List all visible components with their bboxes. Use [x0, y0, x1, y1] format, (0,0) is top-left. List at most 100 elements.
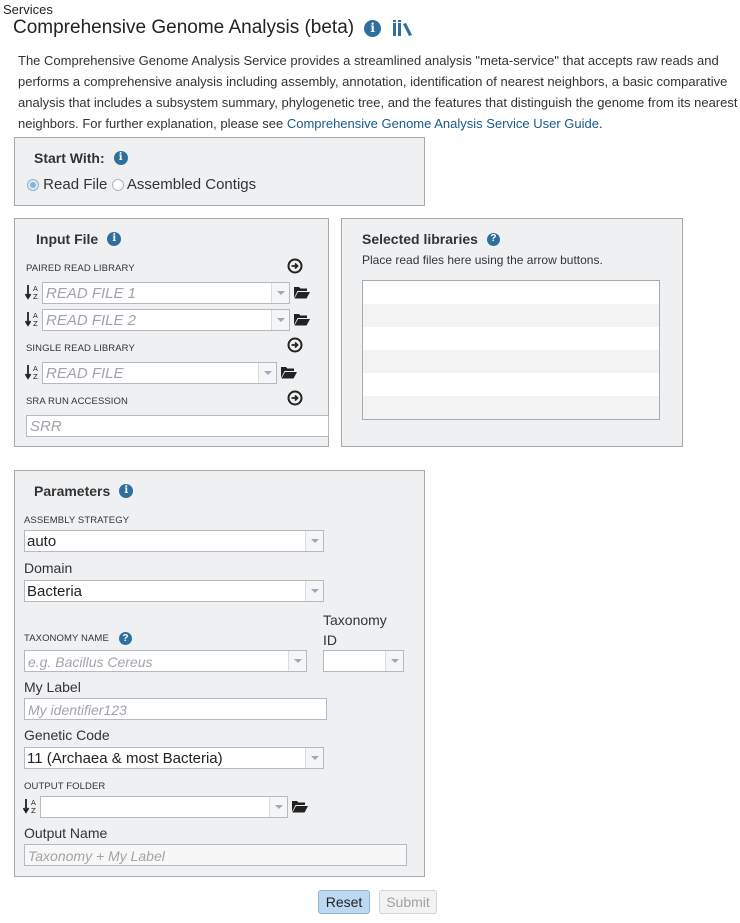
info-icon[interactable]: i [107, 232, 122, 246]
svg-text:Z: Z [33, 320, 38, 328]
sort-az-icon[interactable]: A Z [25, 310, 41, 328]
read-file-2-placeholder: READ FILE 2 [46, 312, 137, 329]
domain-select[interactable]: Bacteria [24, 580, 324, 602]
folder-open-icon[interactable] [294, 313, 310, 326]
books-icon[interactable] [392, 19, 414, 37]
page-title: Comprehensive Genome Analysis (beta) i [13, 17, 414, 39]
taxonomy-id-label: Taxonomy ID [323, 610, 387, 650]
svg-text:Z: Z [31, 807, 36, 815]
page-title-text: Comprehensive Genome Analysis (beta) [13, 17, 355, 38]
library-row [363, 281, 659, 304]
library-row [363, 350, 659, 373]
parameters-panel: Parameters i ASSEMBLY STRATEGY auto Doma… [14, 470, 425, 877]
selected-libraries-title: Selected libraries ? [362, 231, 500, 247]
start-with-title: Start With: i [34, 150, 128, 166]
output-name-label: Output Name [24, 825, 108, 841]
add-paired-library-arrow-icon[interactable] [287, 258, 303, 274]
svg-text:Z: Z [33, 373, 38, 381]
add-sra-arrow-icon[interactable] [287, 390, 303, 406]
selected-libraries-label: Selected libraries [362, 231, 478, 247]
folder-open-icon[interactable] [294, 286, 310, 299]
description-suffix: . [598, 116, 603, 131]
taxonomy-name-select[interactable]: e.g. Bacillus Cereus [24, 650, 307, 672]
parameters-title: Parameters i [34, 483, 134, 499]
user-guide-link[interactable]: Comprehensive Genome Analysis Service Us… [287, 116, 599, 131]
assembly-strategy-select[interactable]: auto [24, 530, 324, 552]
sort-az-icon[interactable]: A Z [23, 797, 39, 815]
parameters-label: Parameters [34, 483, 111, 499]
start-with-options: Read File Assembled Contigs [27, 176, 256, 193]
chevron-down-icon[interactable] [271, 310, 289, 330]
output-folder-select[interactable] [40, 796, 288, 818]
assembly-strategy-label: ASSEMBLY STRATEGY [24, 515, 130, 526]
genetic-code-value: 11 (Archaea & most Bacteria) [27, 750, 223, 767]
chevron-down-icon[interactable] [305, 748, 323, 768]
taxonomy-id-label-line1: Taxonomy [323, 612, 387, 628]
my-label-label: My Label [24, 679, 81, 695]
chevron-down-icon[interactable] [385, 651, 403, 671]
folder-open-icon[interactable] [281, 366, 297, 379]
single-read-file-placeholder: READ FILE [46, 365, 124, 382]
my-label-input[interactable]: My identifier123 [24, 698, 327, 720]
output-name-placeholder: Taxonomy + My Label [28, 848, 165, 864]
radio-read-file-label[interactable]: Read File [43, 176, 107, 193]
selected-libraries-list[interactable] [362, 280, 660, 420]
sort-az-icon[interactable]: A Z [25, 363, 41, 381]
domain-value: Bacteria [27, 583, 83, 600]
library-row [363, 373, 659, 396]
service-description: The Comprehensive Genome Analysis Servic… [18, 50, 740, 134]
breadcrumb[interactable]: Services [3, 2, 53, 17]
start-with-label: Start With: [34, 150, 105, 166]
chevron-down-icon[interactable] [269, 797, 287, 817]
paired-read-library-label: PAIRED READ LIBRARY [26, 263, 135, 274]
svg-text:A: A [33, 285, 38, 293]
assembly-strategy-value: auto [27, 533, 57, 550]
reset-button[interactable]: Reset [318, 890, 370, 914]
svg-text:A: A [33, 365, 38, 373]
add-single-library-arrow-icon[interactable] [287, 337, 303, 353]
input-file-label: Input File [36, 231, 99, 247]
radio-assembled-contigs-label[interactable]: Assembled Contigs [127, 176, 256, 193]
library-row [363, 396, 659, 419]
genetic-code-label: Genetic Code [24, 727, 110, 743]
chevron-down-icon[interactable] [271, 283, 289, 303]
domain-label: Domain [24, 560, 73, 576]
info-icon[interactable]: i [119, 484, 134, 498]
info-icon[interactable]: i [113, 151, 128, 165]
taxonomy-name-label-row: TAXONOMY NAME ? [24, 632, 132, 645]
taxonomy-id-label-line2: ID [323, 632, 337, 648]
sort-az-icon[interactable]: A Z [25, 283, 41, 301]
help-icon[interactable]: ? [486, 232, 500, 246]
input-file-panel: Input File i PAIRED READ LIBRARY A Z REA… [14, 218, 329, 447]
start-with-panel: Start With: i Read File Assembled Contig… [14, 137, 425, 206]
svg-text:Z: Z [33, 293, 38, 301]
help-icon[interactable]: ? [118, 632, 132, 645]
output-folder-label: OUTPUT FOLDER [24, 781, 106, 792]
output-name-input[interactable]: Taxonomy + My Label [24, 844, 407, 866]
genetic-code-select[interactable]: 11 (Archaea & most Bacteria) [24, 747, 324, 769]
my-label-placeholder: My identifier123 [28, 702, 127, 718]
read-file-2-select[interactable]: READ FILE 2 [42, 309, 290, 331]
chevron-down-icon[interactable] [305, 531, 323, 551]
single-read-library-label: SINGLE READ LIBRARY [26, 343, 135, 354]
svg-text:A: A [31, 799, 36, 807]
sra-placeholder: SRR [30, 418, 62, 435]
submit-button[interactable]: Submit [379, 890, 437, 914]
taxonomy-name-placeholder: e.g. Bacillus Cereus [28, 654, 153, 670]
chevron-down-icon[interactable] [258, 363, 276, 383]
sra-accession-input[interactable]: SRR [26, 415, 329, 437]
radio-read-file[interactable] [27, 179, 39, 192]
single-read-file-select[interactable]: READ FILE [42, 362, 277, 384]
library-row [363, 304, 659, 327]
info-icon[interactable]: i [364, 19, 382, 37]
svg-text:A: A [33, 312, 38, 320]
chevron-down-icon[interactable] [305, 581, 323, 601]
radio-assembled-contigs[interactable] [111, 179, 124, 192]
taxonomy-id-select[interactable] [323, 650, 404, 672]
library-row [363, 327, 659, 350]
chevron-down-icon[interactable] [288, 651, 306, 671]
read-file-1-placeholder: READ FILE 1 [46, 285, 137, 302]
selected-libraries-panel: Selected libraries ? Place read files he… [341, 218, 683, 447]
folder-open-icon[interactable] [292, 800, 308, 813]
read-file-1-select[interactable]: READ FILE 1 [42, 282, 290, 304]
